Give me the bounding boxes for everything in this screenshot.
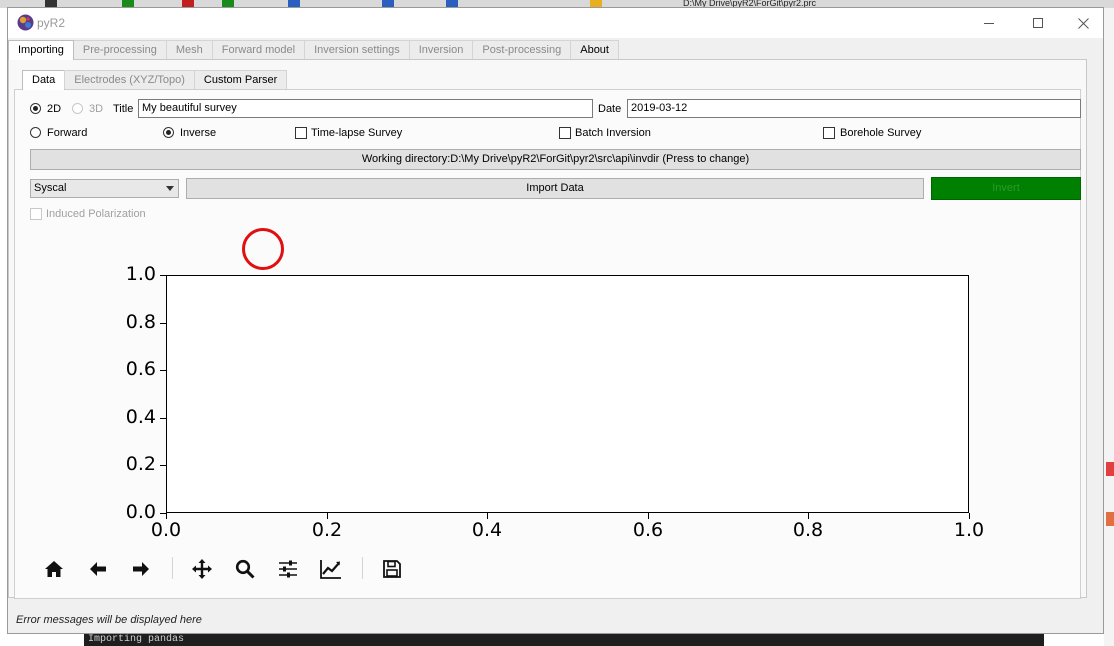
subplots-config-icon	[279, 560, 297, 578]
tab-post-processing[interactable]: Post-processing	[472, 40, 572, 59]
toolbar-separator	[172, 557, 173, 579]
close-button[interactable]	[1060, 8, 1106, 38]
back-button[interactable]	[85, 556, 111, 582]
title-input[interactable]: My beautiful survey	[138, 99, 593, 118]
tab-about[interactable]: About	[570, 40, 619, 59]
toolbar-separator	[362, 557, 363, 579]
maximize-button[interactable]	[1015, 8, 1061, 38]
y-tick-label: 1.0	[125, 263, 156, 285]
import-data-button[interactable]: Import Data	[186, 178, 924, 199]
maximize-icon	[1032, 17, 1043, 28]
pan-button[interactable]	[189, 556, 215, 582]
forward-button[interactable]	[128, 556, 154, 582]
click-indicator-circle	[242, 228, 284, 270]
x-tick-label: 0.0	[150, 519, 182, 541]
home-icon	[45, 561, 63, 577]
induced-polarization-label: Induced Polarization	[46, 208, 146, 220]
tab-forward-model[interactable]: Forward model	[211, 40, 306, 59]
background-path-text: D:\My Drive\pyR2\ForGit\pyr2.prc	[683, 0, 817, 7]
background-right-window	[1104, 8, 1114, 646]
radio-3d[interactable]	[72, 103, 83, 114]
title-bar: pyR2	[8, 8, 1103, 38]
edit-curves-icon	[320, 560, 341, 579]
background-tool-icon	[446, 0, 458, 7]
batch-inversion-checkbox[interactable]	[559, 127, 571, 139]
label-3d: 3D	[89, 103, 104, 115]
format-select-value: Syscal	[34, 182, 67, 194]
background-step-icon	[222, 0, 234, 7]
x-tick-label: 0.4	[471, 519, 503, 541]
chevron-down-icon	[166, 186, 174, 191]
minimize-icon	[983, 22, 994, 24]
format-select[interactable]: Syscal	[30, 179, 179, 198]
minimize-button[interactable]	[966, 8, 1012, 38]
edit-curves-button[interactable]	[318, 556, 344, 582]
subtab-custom-parser[interactable]: Custom Parser	[193, 70, 288, 89]
sub-tab-bar: Data Electrodes (XYZ/Topo) Custom Parser	[22, 70, 288, 90]
tab-importing[interactable]: Importing	[8, 40, 74, 60]
y-axis-tick	[160, 418, 166, 419]
back-arrow-icon	[90, 562, 106, 576]
zoom-button[interactable]	[232, 556, 258, 582]
status-message: Error messages will be displayed here	[16, 614, 202, 626]
label-2d: 2D	[47, 103, 62, 115]
forward-arrow-icon	[133, 562, 149, 576]
zoom-icon	[235, 559, 255, 579]
background-run-icon	[122, 0, 134, 7]
x-tick-label: 0.8	[792, 519, 824, 541]
save-figure-button[interactable]	[379, 556, 405, 582]
pan-icon	[192, 559, 212, 579]
y-axis-tick	[160, 465, 166, 466]
tab-inversion-settings[interactable]: Inversion settings	[304, 40, 410, 59]
title-label: Title	[113, 103, 134, 115]
x-tick-label: 0.2	[311, 519, 343, 541]
tab-pre-processing[interactable]: Pre-processing	[72, 40, 167, 59]
y-axis-tick	[160, 323, 166, 324]
tab-inversion[interactable]: Inversion	[408, 40, 474, 59]
y-axis-tick	[160, 370, 166, 371]
background-warning-icon	[590, 0, 602, 7]
close-icon	[1077, 17, 1089, 29]
working-directory-button[interactable]: Working directory:D:\My Drive\pyR2\ForGi…	[30, 149, 1081, 170]
y-axis-tick	[160, 275, 166, 276]
subtab-electrodes[interactable]: Electrodes (XYZ/Topo)	[64, 70, 195, 89]
background-orange-mark	[1106, 512, 1114, 526]
date-input[interactable]: 2019-03-12	[627, 99, 1081, 118]
background-menu-icon	[45, 0, 57, 7]
y-tick-label: 0.2	[125, 453, 156, 475]
y-tick-label: 0.8	[125, 311, 156, 333]
induced-polarization-checkbox[interactable]	[30, 208, 42, 220]
batch-inversion-label: Batch Inversion	[575, 127, 651, 139]
background-terminal: Importing pandas	[84, 634, 1044, 646]
background-debug-icon	[288, 0, 300, 7]
plot-area[interactable]	[166, 275, 969, 513]
background-tool-icon	[382, 0, 394, 7]
background-red-mark	[1106, 462, 1114, 476]
borehole-label: Borehole Survey	[840, 127, 922, 139]
tab-mesh[interactable]: Mesh	[165, 40, 213, 59]
save-figure-icon	[383, 560, 401, 578]
background-stop-icon	[182, 0, 194, 7]
subtab-data[interactable]: Data	[22, 70, 66, 90]
x-tick-label: 0.6	[632, 519, 664, 541]
radio-forward[interactable]	[30, 127, 41, 138]
timelapse-label: Time-lapse Survey	[311, 127, 403, 139]
y-tick-label: 0.6	[125, 358, 156, 380]
main-tab-bar: Importing Pre-processing Mesh Forward mo…	[8, 40, 619, 60]
pyr2-logo-icon	[17, 14, 34, 31]
date-label: Date	[598, 103, 622, 115]
subplots-config-button[interactable]	[275, 556, 301, 582]
x-tick-label: 1.0	[953, 519, 985, 541]
window-title: pyR2	[37, 16, 66, 30]
y-tick-label: 0.4	[125, 406, 156, 428]
timelapse-checkbox[interactable]	[295, 127, 307, 139]
radio-inverse[interactable]	[163, 127, 174, 138]
invert-button[interactable]: Invert	[931, 177, 1081, 200]
borehole-checkbox[interactable]	[823, 127, 835, 139]
label-forward: Forward	[47, 127, 88, 139]
label-inverse: Inverse	[180, 127, 217, 139]
home-button[interactable]	[41, 556, 67, 582]
radio-2d[interactable]	[30, 103, 41, 114]
